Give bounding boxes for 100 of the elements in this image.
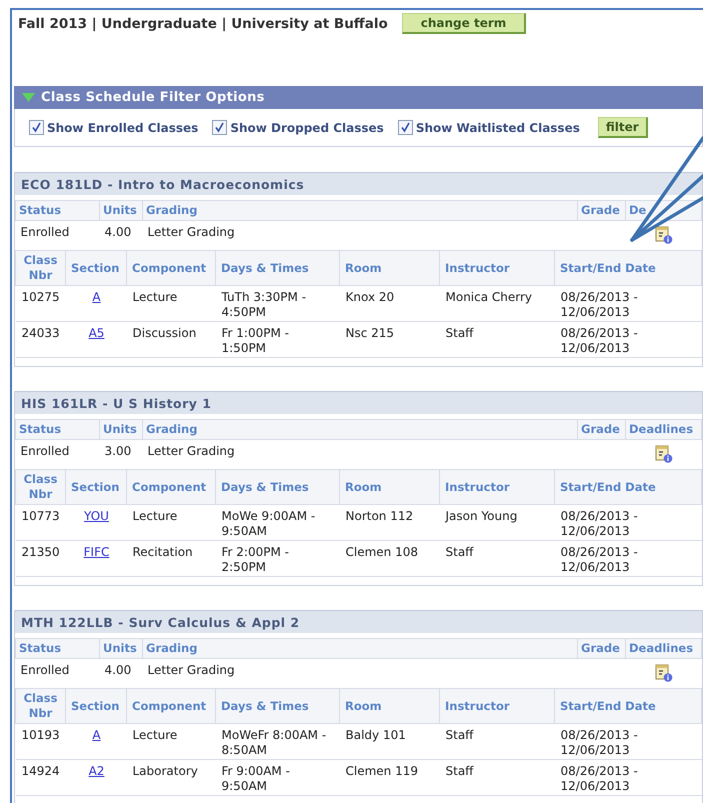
- column-header: Section: [66, 688, 126, 724]
- column-header: Grading: [142, 638, 578, 658]
- table-cell: Letter Grading: [142, 220, 578, 247]
- table-cell: Lecture: [126, 286, 216, 322]
- column-header: Status: [16, 638, 100, 658]
- table-cell: Lecture: [126, 504, 216, 540]
- column-header: Section: [66, 470, 126, 504]
- table-cell: 4.00: [100, 220, 142, 247]
- checkbox[interactable]: [29, 120, 44, 135]
- calendar-info-icon[interactable]: [654, 225, 672, 244]
- table-cell: Staff: [440, 724, 554, 760]
- table-cell: Laboratory: [126, 760, 216, 796]
- checkbox-label: Show Dropped Classes: [230, 120, 384, 134]
- checkbox-label: Show Enrolled Classes: [47, 120, 198, 134]
- table-cell: Enrolled: [16, 440, 100, 466]
- filter-button[interactable]: filter: [598, 117, 648, 138]
- table-cell: Recitation: [126, 540, 216, 576]
- column-header: Deadlines: [626, 638, 702, 658]
- column-header: Status: [16, 200, 100, 220]
- column-header: Grading: [142, 200, 578, 220]
- section-link[interactable]: YOU: [84, 509, 109, 523]
- table-cell: 3.00: [100, 440, 142, 466]
- table-cell: 08/26/2013 - 12/06/2013: [554, 724, 702, 760]
- column-header: Room: [340, 250, 440, 286]
- section-link[interactable]: A: [92, 728, 101, 742]
- table-cell: Knox 20: [340, 286, 440, 322]
- filter-title: Class Schedule Filter Options: [41, 90, 265, 105]
- column-header: Units: [100, 638, 142, 658]
- column-header: Start/End Date: [554, 250, 702, 286]
- table-cell: 08/26/2013 - 12/06/2013: [554, 760, 702, 796]
- table-cell: 08/26/2013 - 12/06/2013: [554, 286, 702, 322]
- table-cell: Staff: [440, 760, 554, 796]
- table-cell: Letter Grading: [142, 440, 578, 466]
- table-cell: 21350: [16, 540, 66, 576]
- table-cell: 08/26/2013 - 12/06/2013: [554, 504, 702, 540]
- table-cell: Staff: [440, 322, 554, 358]
- table-cell: 10773: [16, 504, 66, 540]
- column-header: Class Nbr: [16, 470, 66, 504]
- table-cell: 24033: [16, 322, 66, 358]
- column-header: Grade: [578, 420, 626, 440]
- section-link[interactable]: A: [92, 290, 101, 304]
- column-header: Days & Times: [216, 250, 340, 286]
- table-cell: Fr 2:00PM - 2:50PM: [216, 540, 340, 576]
- column-header: Component: [126, 688, 216, 724]
- change-term-button[interactable]: change term: [402, 13, 526, 34]
- column-header: Class Nbr: [16, 250, 66, 286]
- section-link[interactable]: A2: [88, 764, 104, 778]
- section-link[interactable]: FIFC: [84, 545, 110, 559]
- table-cell: MoWe 9:00AM - 9:50AM: [216, 504, 340, 540]
- column-header: Start/End Date: [554, 688, 702, 724]
- column-header: Deadlines: [626, 420, 702, 440]
- section-link[interactable]: A5: [88, 326, 104, 340]
- column-header: Start/End Date: [554, 470, 702, 504]
- column-header: Units: [100, 200, 142, 220]
- table-cell: Letter Grading: [142, 658, 578, 685]
- table-cell: Monica Cherry: [440, 286, 554, 322]
- table-cell: Norton 112: [340, 504, 440, 540]
- table-cell: 10275: [16, 286, 66, 322]
- column-header: Room: [340, 688, 440, 724]
- column-header: Grade: [578, 638, 626, 658]
- column-header: Grade: [578, 200, 626, 220]
- table-cell: Fr 9:00AM - 9:50AM: [216, 760, 340, 796]
- column-header: Days & Times: [216, 470, 340, 504]
- table-cell: Clemen 108: [340, 540, 440, 576]
- table-cell: Baldy 101: [340, 724, 440, 760]
- course-title: ECO 181LD - Intro to Macroeconomics: [15, 172, 702, 195]
- table-cell: 4.00: [100, 658, 142, 685]
- table-cell: Enrolled: [16, 658, 100, 685]
- table-cell: Lecture: [126, 724, 216, 760]
- table-cell: Nsc 215: [340, 322, 440, 358]
- calendar-info-icon[interactable]: [654, 663, 672, 682]
- table-cell: 10193: [16, 724, 66, 760]
- column-header: Room: [340, 470, 440, 504]
- column-header: Component: [126, 250, 216, 286]
- table-cell: 08/26/2013 - 12/06/2013: [554, 322, 702, 358]
- table-cell: 08/26/2013 - 12/06/2013: [554, 540, 702, 576]
- column-header: Grading: [142, 420, 578, 440]
- table-cell: Fr 1:00PM - 1:50PM: [216, 322, 340, 358]
- term-title: Fall 2013 | Undergraduate | University at Buffalo: [18, 16, 388, 32]
- checkbox[interactable]: [398, 120, 413, 135]
- table-cell: TuTh 3:30PM - 4:50PM: [216, 286, 340, 322]
- table-cell: Staff: [440, 540, 554, 576]
- calendar-info-icon[interactable]: [654, 444, 672, 463]
- course-title: HIS 161LR - U S History 1: [15, 391, 702, 414]
- column-header: Status: [16, 420, 100, 440]
- table-cell: 14924: [16, 760, 66, 796]
- course-title: MTH 122LLB - Surv Calculus & Appl 2: [15, 610, 702, 633]
- table-cell: Discussion: [126, 322, 216, 358]
- table-cell: MoWeFr 8:00AM - 8:50AM: [216, 724, 340, 760]
- checkbox[interactable]: [212, 120, 228, 135]
- table-cell: Jason Young: [440, 504, 554, 540]
- table-cell: Clemen 119: [340, 760, 440, 796]
- column-header: Component: [126, 470, 216, 504]
- column-header: Instructor: [440, 470, 554, 504]
- column-header: Days & Times: [216, 688, 340, 724]
- column-header: Units: [100, 420, 142, 440]
- column-header: Class Nbr: [16, 688, 66, 724]
- column-header: Instructor: [440, 250, 554, 286]
- table-cell: Enrolled: [16, 220, 100, 247]
- column-header: Section: [66, 250, 126, 286]
